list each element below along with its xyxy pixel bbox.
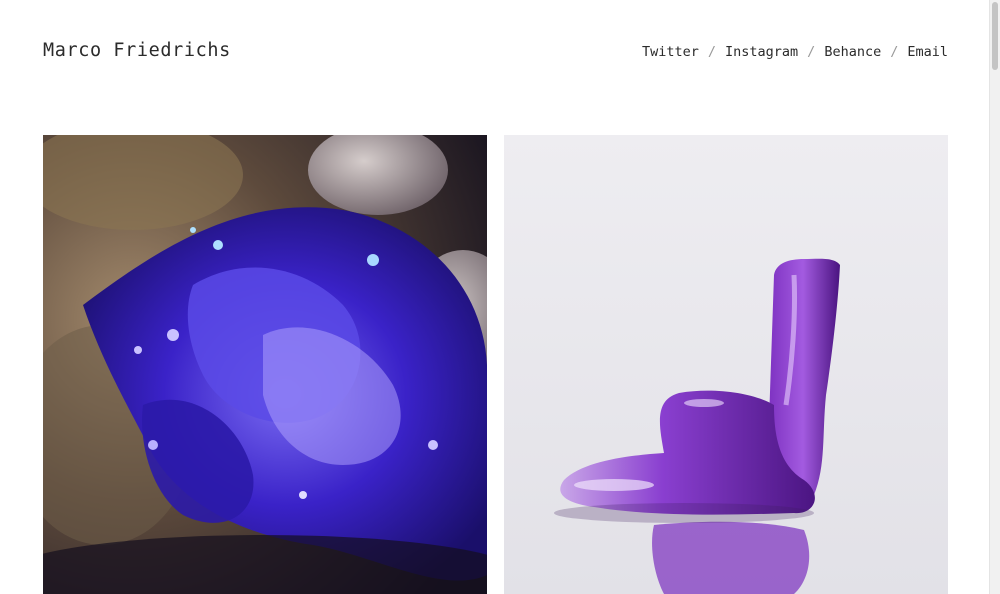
nav-separator: / <box>807 44 816 60</box>
social-nav: Twitter / Instagram / Behance / Email <box>642 44 948 60</box>
gallery-item-2[interactable] <box>504 135 948 594</box>
nav-separator: / <box>890 44 899 60</box>
purple-glass-splash-artwork <box>43 135 487 594</box>
nav-link-twitter[interactable]: Twitter <box>642 44 699 60</box>
page-scrollbar[interactable] <box>989 0 1000 594</box>
nav-link-instagram[interactable]: Instagram <box>725 44 798 60</box>
scrollbar-thumb[interactable] <box>992 2 998 70</box>
site-title[interactable]: Marco Friedrichs <box>43 40 231 61</box>
nav-link-email[interactable]: Email <box>907 44 948 60</box>
nav-separator: / <box>707 44 717 60</box>
gallery-item-1[interactable] <box>43 135 487 594</box>
purple-liquid-melt-artwork <box>504 135 948 594</box>
nav-link-behance[interactable]: Behance <box>824 44 881 60</box>
